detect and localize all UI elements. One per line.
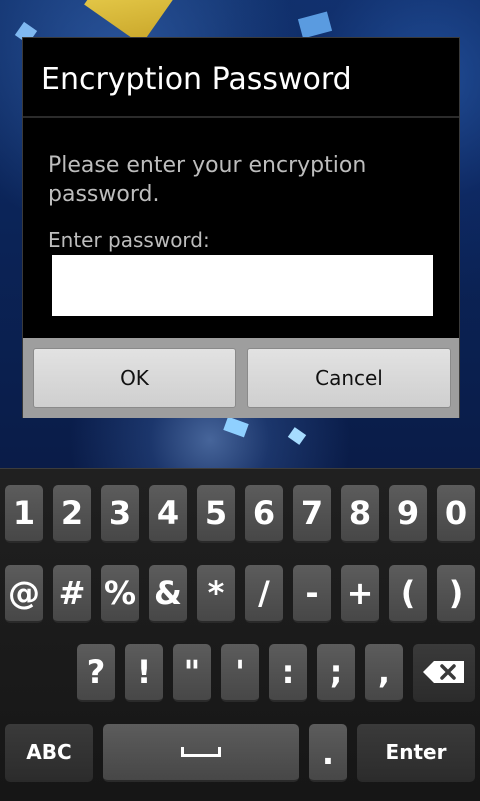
key-asterisk[interactable]: * bbox=[197, 565, 235, 623]
password-label: Enter password: bbox=[48, 228, 210, 252]
backspace-icon bbox=[423, 661, 464, 683]
key-slash[interactable]: / bbox=[245, 565, 283, 623]
wallpaper-cube bbox=[223, 416, 249, 438]
key-plus[interactable]: + bbox=[341, 565, 379, 623]
key-colon[interactable]: : bbox=[269, 644, 307, 702]
key-5[interactable]: 5 bbox=[197, 485, 235, 543]
abc-key[interactable]: ABC bbox=[5, 724, 93, 782]
symbol-keyboard: 1 2 3 4 5 6 7 8 9 0 @ # % & * / - + ( ) … bbox=[0, 468, 480, 801]
key-8[interactable]: 8 bbox=[341, 485, 379, 543]
dialog-button-bar: OK Cancel bbox=[23, 338, 459, 418]
key-single-quote[interactable]: ' bbox=[221, 644, 259, 702]
key-comma[interactable]: , bbox=[365, 644, 403, 702]
key-1[interactable]: 1 bbox=[5, 485, 43, 543]
enter-key[interactable]: Enter bbox=[357, 724, 475, 782]
key-double-quote[interactable]: " bbox=[173, 644, 211, 702]
key-ampersand[interactable]: & bbox=[149, 565, 187, 623]
key-exclamation[interactable]: ! bbox=[125, 644, 163, 702]
encryption-password-dialog: Encryption Password Please enter your en… bbox=[22, 37, 460, 418]
wallpaper-cube bbox=[287, 427, 307, 445]
wallpaper-cube bbox=[297, 11, 333, 39]
key-0[interactable]: 0 bbox=[437, 485, 475, 543]
key-at[interactable]: @ bbox=[5, 565, 43, 623]
key-hash[interactable]: # bbox=[53, 565, 91, 623]
key-period[interactable]: . bbox=[309, 724, 347, 782]
key-close-paren[interactable]: ) bbox=[437, 565, 475, 623]
key-9[interactable]: 9 bbox=[389, 485, 427, 543]
key-2[interactable]: 2 bbox=[53, 485, 91, 543]
key-6[interactable]: 6 bbox=[245, 485, 283, 543]
dialog-message: Please enter your encryption password. bbox=[48, 153, 367, 207]
key-7[interactable]: 7 bbox=[293, 485, 331, 543]
delete-key[interactable] bbox=[413, 644, 475, 702]
key-open-paren[interactable]: ( bbox=[389, 565, 427, 623]
space-bar-icon bbox=[181, 747, 221, 757]
password-input[interactable] bbox=[52, 255, 433, 316]
key-question[interactable]: ? bbox=[77, 644, 115, 702]
title-divider bbox=[23, 116, 459, 118]
space-key[interactable] bbox=[103, 724, 299, 782]
key-4[interactable]: 4 bbox=[149, 485, 187, 543]
key-3[interactable]: 3 bbox=[101, 485, 139, 543]
cancel-button[interactable]: Cancel bbox=[247, 348, 451, 408]
dialog-title: Encryption Password bbox=[41, 62, 352, 97]
key-percent[interactable]: % bbox=[101, 565, 139, 623]
ok-button[interactable]: OK bbox=[33, 348, 236, 408]
key-semicolon[interactable]: ; bbox=[317, 644, 355, 702]
key-minus[interactable]: - bbox=[293, 565, 331, 623]
